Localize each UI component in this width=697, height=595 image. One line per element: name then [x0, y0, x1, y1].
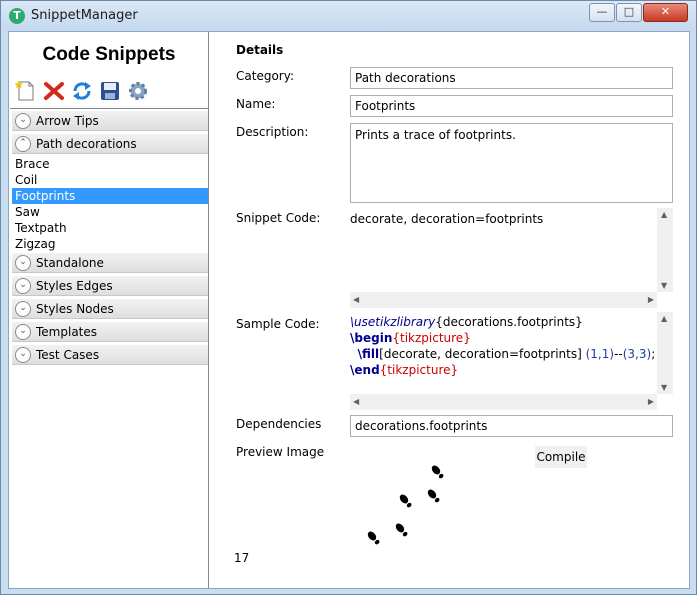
code-token: \fill	[357, 347, 380, 361]
list-item-zigzag[interactable]: Zigzag	[12, 236, 208, 252]
chevron-up-icon[interactable]: ⌃	[15, 136, 31, 152]
group-templates[interactable]: ⌄ Templates	[12, 322, 208, 342]
preview-image	[367, 465, 444, 545]
chevron-down-icon[interactable]: ⌄	[15, 347, 31, 363]
code-token: \end	[350, 363, 380, 377]
group-path-decorations[interactable]: ⌃ Path decorations	[12, 134, 208, 154]
scroll-up-icon[interactable]: ▲	[661, 314, 667, 323]
group-label: Arrow Tips	[36, 114, 99, 128]
dependencies-field[interactable]: decorations.footprints	[350, 415, 673, 437]
scroll-left-icon[interactable]: ◀	[353, 295, 359, 304]
group-standalone[interactable]: ⌄ Standalone	[12, 253, 208, 273]
code-token: \begin	[350, 331, 393, 345]
snippet-code-editor[interactable]: decorate, decoration=footprints ▲ ▼ ◀ ▶	[350, 208, 673, 308]
scroll-right-icon[interactable]: ▶	[648, 295, 654, 304]
client-area: Code Snippets ⌄ Arrow Tips ⌃ Path decora…	[8, 31, 690, 589]
chevron-down-icon[interactable]: ⌄	[15, 255, 31, 271]
group-label: Standalone	[36, 256, 104, 270]
code-token: \usetikzlibrary	[350, 315, 436, 329]
snippet-browser: Code Snippets ⌄ Arrow Tips ⌃ Path decora…	[9, 32, 209, 588]
vertical-scrollbar[interactable]: ▲ ▼	[657, 208, 673, 292]
page-number: 17	[234, 551, 250, 565]
dependencies-label: Dependencies	[236, 417, 322, 431]
minimize-button[interactable]: —	[589, 3, 615, 22]
name-label: Name:	[236, 97, 276, 111]
save-icon[interactable]	[99, 80, 121, 102]
snippet-tree: ⌄ Arrow Tips ⌃ Path decorations Brace Co…	[10, 108, 208, 588]
delete-icon[interactable]	[43, 80, 65, 102]
scroll-right-icon[interactable]: ▶	[648, 397, 654, 406]
code-token: (3,3)	[622, 347, 652, 361]
compile-button[interactable]: Compile	[535, 446, 587, 468]
list-item-footprints[interactable]: Footprints	[12, 188, 208, 204]
group-arrow-tips[interactable]: ⌄ Arrow Tips	[12, 111, 208, 131]
refresh-icon[interactable]	[71, 80, 93, 102]
chevron-down-icon[interactable]: ⌄	[15, 278, 31, 294]
scroll-down-icon[interactable]: ▼	[661, 383, 667, 392]
new-snippet-icon[interactable]	[15, 80, 37, 102]
group-test-cases[interactable]: ⌄ Test Cases	[12, 345, 208, 365]
panel-title: Code Snippets	[42, 44, 176, 65]
sample-code-label: Sample Code:	[236, 317, 320, 331]
scroll-up-icon[interactable]: ▲	[661, 210, 667, 219]
group-label: Path decorations	[36, 137, 137, 151]
chevron-down-icon[interactable]: ⌄	[15, 301, 31, 317]
scroll-down-icon[interactable]: ▼	[661, 281, 667, 290]
window-title: SnippetManager	[31, 8, 138, 23]
horizontal-scrollbar[interactable]: ◀ ▶	[350, 292, 657, 308]
code-token: ;	[651, 347, 656, 361]
close-button[interactable]: ✕	[643, 3, 688, 22]
category-label: Category:	[236, 69, 294, 83]
app-window: T SnippetManager — □ ✕ Code Snippets ⌄ A…	[0, 0, 697, 595]
settings-icon[interactable]	[127, 80, 149, 102]
list-item-brace[interactable]: Brace	[12, 156, 208, 172]
list-item-coil[interactable]: Coil	[12, 172, 208, 188]
details-header: Details	[236, 43, 284, 57]
title-bar[interactable]: T SnippetManager — □ ✕	[1, 1, 696, 31]
category-field[interactable]: Path decorations	[350, 67, 673, 89]
description-field[interactable]: Prints a trace of footprints.	[350, 123, 673, 203]
sample-code-text: \usetikzlibrary{decorations.footprints} …	[350, 314, 655, 378]
name-field[interactable]: Footprints	[350, 95, 673, 117]
code-token: (1,1)	[585, 347, 615, 361]
group-styles-nodes[interactable]: ⌄ Styles Nodes	[12, 299, 208, 319]
code-token: {tikzpicture}	[379, 363, 459, 377]
code-token: [decorate, decoration=footprints]	[379, 347, 586, 361]
details-panel: Details Category: Path decorations Name:…	[210, 32, 690, 588]
list-item-textpath[interactable]: Textpath	[12, 220, 208, 236]
group-label: Templates	[36, 325, 98, 339]
chevron-down-icon[interactable]: ⌄	[15, 113, 31, 129]
chevron-down-icon[interactable]: ⌄	[15, 324, 31, 340]
snippet-code-text: decorate, decoration=footprints	[350, 212, 544, 226]
app-icon: T	[9, 8, 25, 24]
sample-code-editor[interactable]: \usetikzlibrary{decorations.footprints} …	[350, 312, 673, 410]
preview-image-label: Preview Image	[236, 445, 325, 459]
code-token: --	[614, 347, 623, 361]
code-token: {decorations.footprints}	[435, 315, 583, 329]
description-label: Description:	[236, 125, 309, 139]
snippet-code-label: Snippet Code:	[236, 211, 321, 225]
horizontal-scrollbar[interactable]: ◀ ▶	[350, 394, 657, 410]
group-styles-edges[interactable]: ⌄ Styles Edges	[12, 276, 208, 296]
list-item-saw[interactable]: Saw	[12, 204, 208, 220]
group-label: Styles Edges	[36, 279, 113, 293]
maximize-button[interactable]: □	[616, 3, 642, 22]
vertical-scrollbar[interactable]: ▲ ▼	[657, 312, 673, 394]
group-label: Styles Nodes	[36, 302, 114, 316]
code-token: {tikzpicture}	[392, 331, 471, 345]
scroll-left-icon[interactable]: ◀	[353, 397, 359, 406]
group-label: Test Cases	[36, 348, 100, 362]
